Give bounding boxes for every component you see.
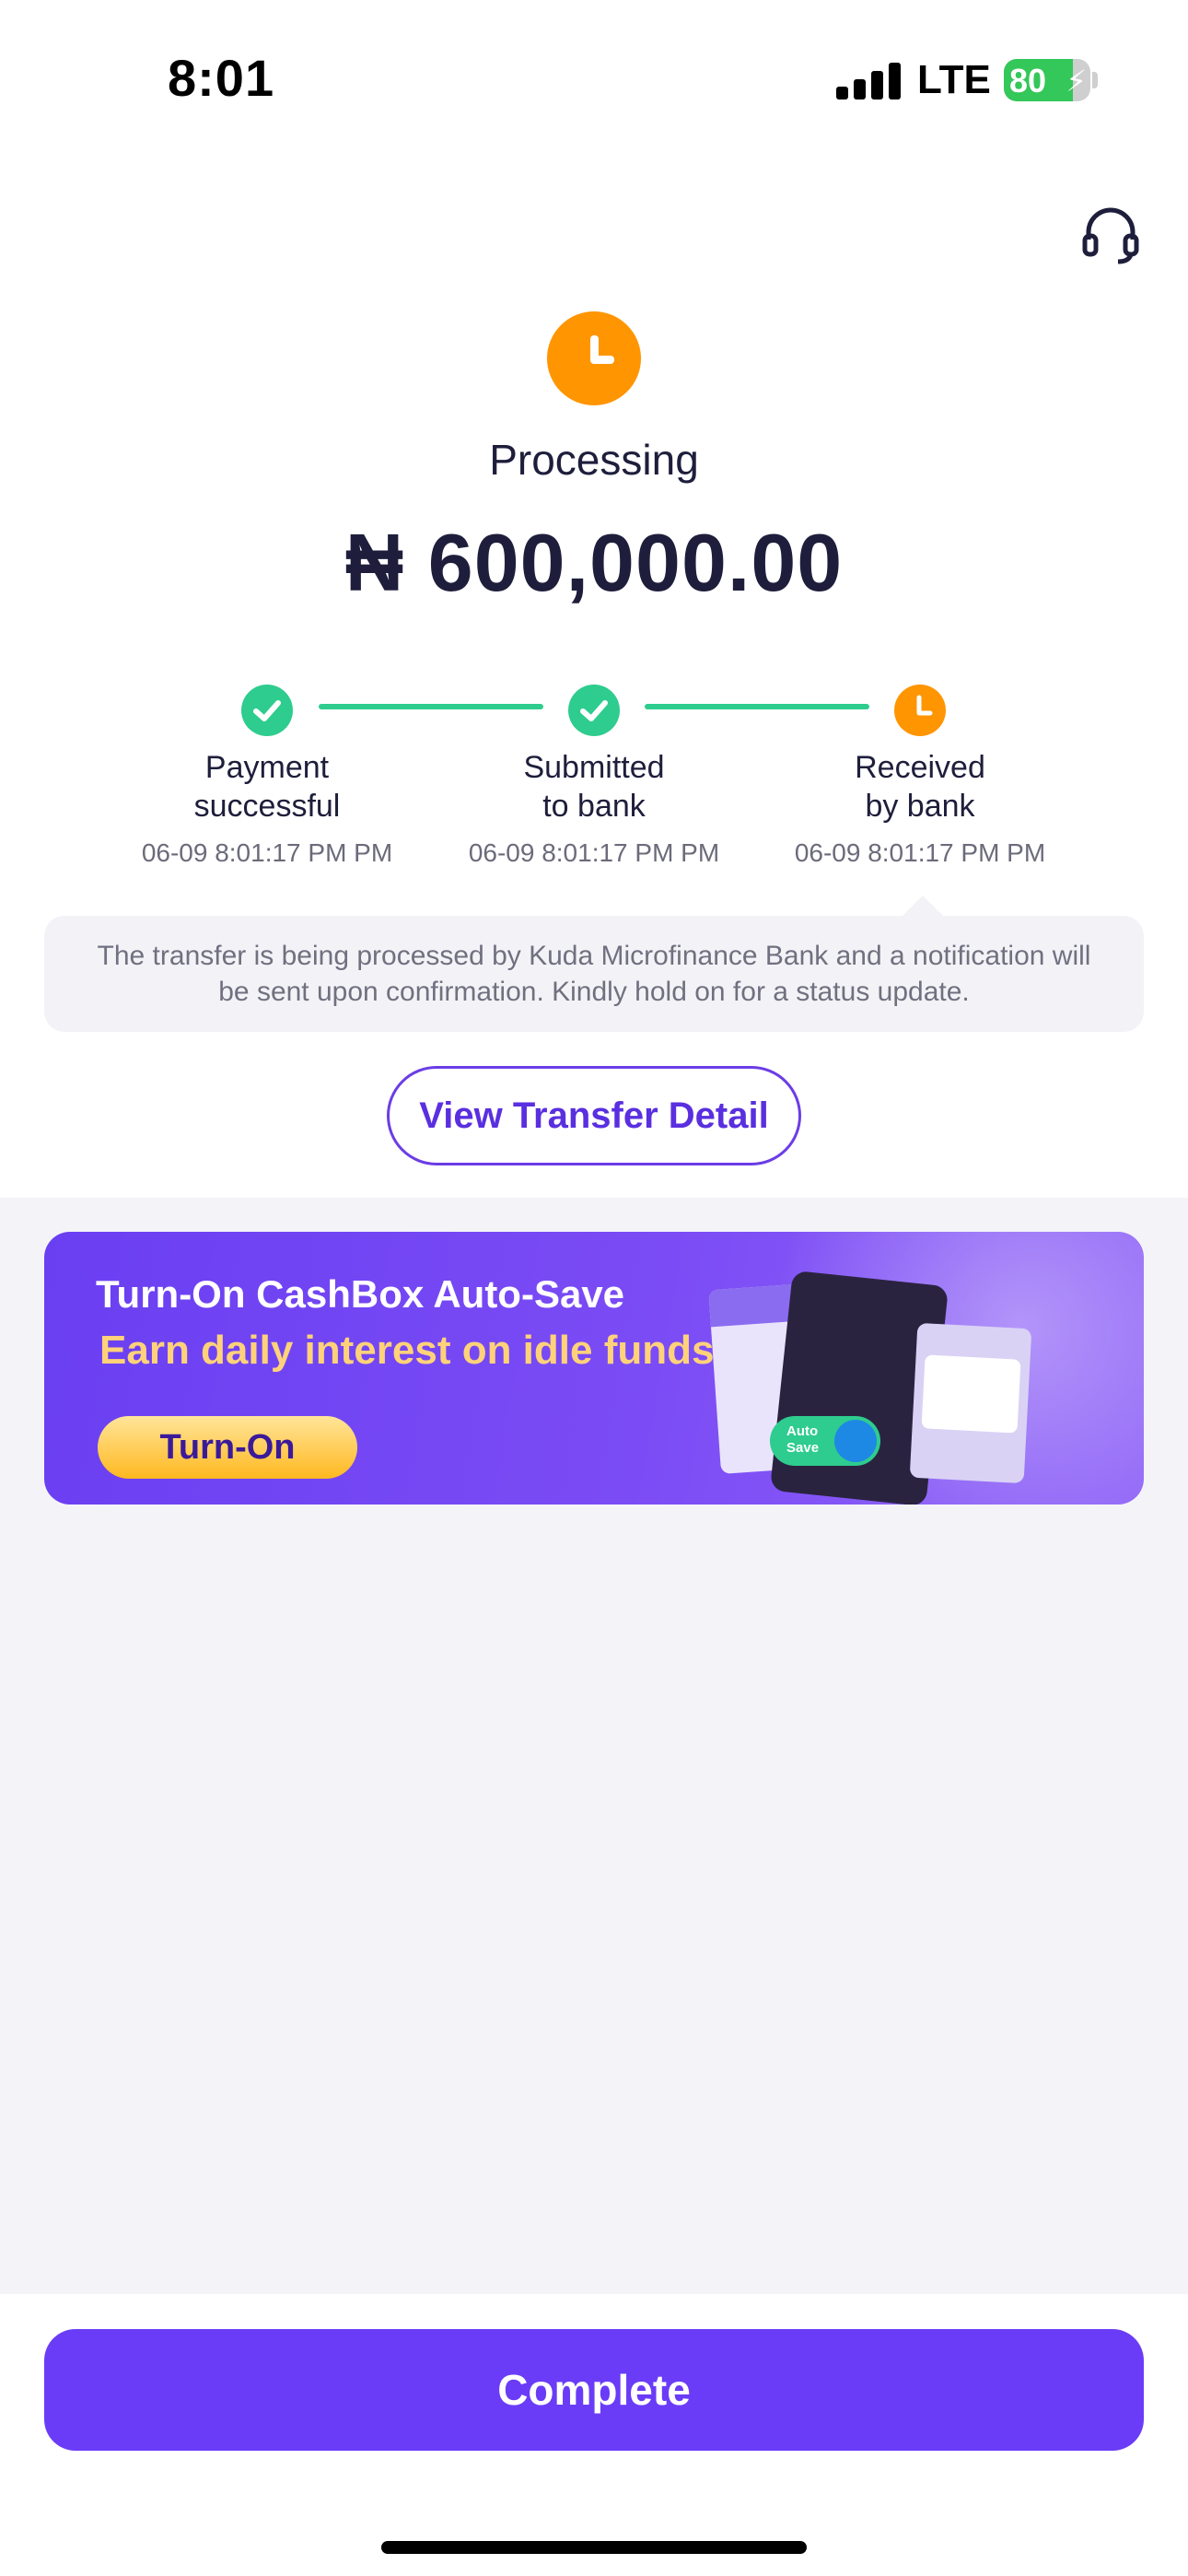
clock-icon [894, 685, 946, 736]
step-time: 06-09 8:01:17 PM PM [468, 838, 720, 867]
step-label-line: Received [855, 750, 985, 785]
step-label-payment: Payment successful [129, 748, 405, 825]
banner-title: Turn-On CashBox Auto-Save [96, 1272, 625, 1316]
turn-on-button[interactable]: Turn-On [98, 1416, 357, 1479]
note-pointer [903, 896, 943, 916]
step-label-line: successful [193, 789, 341, 824]
auto-save-toggle-image: Auto Save [770, 1416, 880, 1466]
step-time: 06-09 8:01:17 PM PM [794, 838, 1046, 867]
step-label-line: Payment [204, 750, 330, 785]
home-indicator[interactable] [381, 2541, 807, 2554]
signal-icon [836, 61, 901, 100]
step-label-line: Submitted [523, 750, 665, 785]
view-transfer-detail-button[interactable]: View Transfer Detail [387, 1066, 801, 1165]
progress-line-1 [319, 704, 543, 709]
step-label-submitted: Submitted to bank [456, 748, 732, 825]
banner-subtitle: Earn daily interest on idle funds [99, 1328, 715, 1373]
step-label-received: Received by bank [782, 748, 1058, 825]
headset-icon[interactable] [1079, 203, 1142, 265]
toggle-label: Save [786, 1440, 820, 1456]
cashbox-promo-banner[interactable]: Auto Save Turn-On CashBox Auto-Save Earn… [44, 1232, 1144, 1505]
status-title: Processing [489, 436, 699, 484]
battery-cap [1092, 72, 1098, 88]
complete-button[interactable]: Complete [44, 2329, 1144, 2451]
app-screenshot-image [909, 1322, 1032, 1484]
transfer-amount: ₦ 600,000.00 [344, 517, 844, 608]
step-label-line: by bank [865, 789, 975, 824]
clock-icon [547, 311, 641, 405]
charging-icon: ⚡ [1066, 64, 1087, 98]
check-icon [241, 685, 293, 736]
progress-line-2 [645, 704, 869, 709]
toggle-label: Auto [786, 1423, 819, 1439]
step-label-line: to bank [542, 789, 646, 824]
battery-level: 80 [1009, 62, 1047, 100]
step-time: 06-09 8:01:17 PM PM [141, 838, 393, 867]
processing-note: The transfer is being processed by Kuda … [44, 916, 1144, 1032]
battery-icon: 80 ⚡ [1004, 59, 1090, 101]
check-icon [568, 685, 620, 736]
network-type: LTE [917, 57, 991, 102]
status-time: 8:01 [168, 49, 275, 107]
transfer-result-screen: 8:01 LTE 80 ⚡ Processing ₦ 600,000.00 Pa… [0, 0, 1188, 2576]
